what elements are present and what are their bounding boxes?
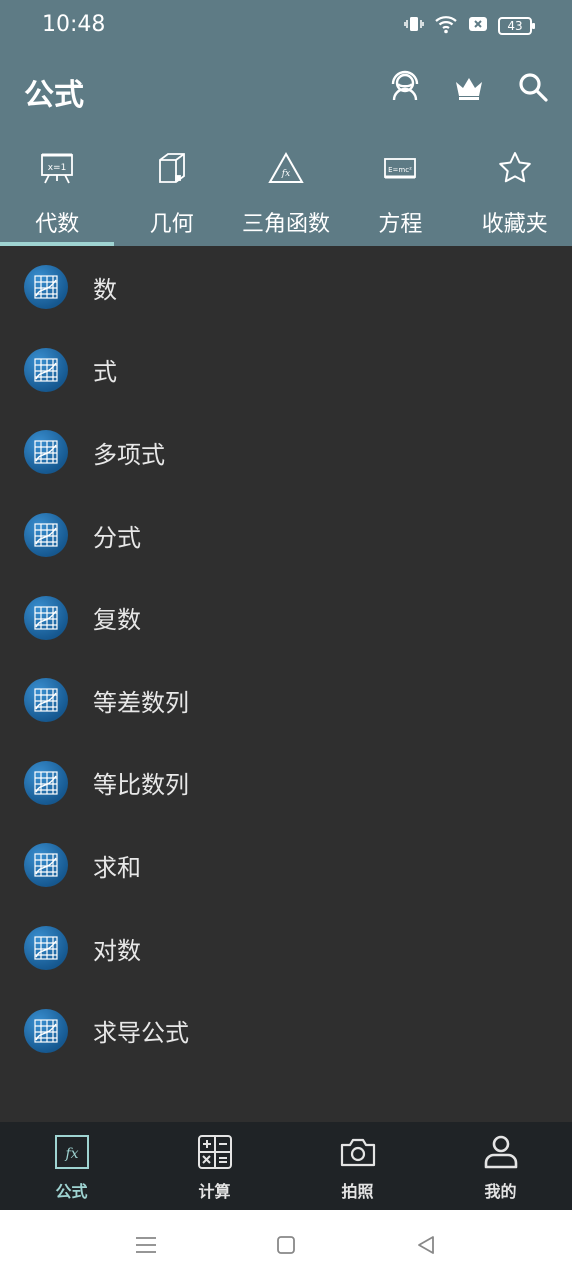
formula-grid-icon [24,1008,68,1053]
svg-text:E=mc²: E=mc² [388,166,412,174]
page-title: 公式 [24,78,84,113]
list-item[interactable]: 多项式 [0,411,572,494]
triangle-fx-icon: fx [266,148,306,188]
algebra-board-icon: x=1 [37,148,77,188]
list-item[interactable]: 分式 [0,494,572,577]
nav-formulas[interactable]: fx 公式 [0,1122,143,1210]
wifi-icon [434,14,458,38]
category-tabs: x=1 代数 几何 fx 三角函数 E=mc² 方程 收藏夹 [0,140,572,246]
tab-favorites[interactable]: 收藏夹 [458,140,572,246]
status-bar: 10:48 43 [0,0,572,52]
formula-grid-icon [24,595,68,640]
formula-grid-icon [24,265,68,310]
list-item[interactable]: 复数 [0,576,572,659]
list-item-label: 等差数列 [93,688,189,717]
support-icon[interactable] [386,68,424,106]
list-item-label: 对数 [93,936,141,965]
list-item-label: 多项式 [93,440,165,469]
nav-camera[interactable]: 拍照 [286,1122,429,1210]
formula-category-list: 数 式 多项式 分式 复数 等差数列 等比数列 求和 对数 求导公式 [0,246,572,1122]
formula-grid-icon [24,430,68,475]
menu-icon[interactable] [131,1230,161,1260]
tab-algebra[interactable]: x=1 代数 [0,140,115,246]
list-item-label: 求导公式 [93,1019,189,1048]
list-item[interactable]: 对数 [0,907,572,990]
toolbar-actions [386,68,552,106]
calculator-icon [195,1132,235,1172]
nav-profile[interactable]: 我的 [429,1122,572,1210]
nav-label: 拍照 [341,1182,374,1201]
list-item[interactable]: 等比数列 [0,742,572,825]
nav-calculate[interactable]: 计算 [143,1122,286,1210]
list-item[interactable]: 等差数列 [0,659,572,742]
svg-text:fx: fx [64,1146,78,1162]
tab-label: 方程 [378,212,423,237]
formula-grid-icon [24,347,68,392]
app-header: 10:48 43 公式 x=1 代数 几何 fx 三角函数 E=mc² 方程 收… [0,0,572,246]
status-time: 10:48 [42,12,106,37]
status-icons: 43 [404,14,535,38]
star-icon [495,148,535,188]
tab-label: 三角函数 [241,212,330,237]
tab-trigonometry[interactable]: fx 三角函数 [229,140,343,246]
nav-label: 公式 [55,1182,88,1201]
svg-text:fx: fx [281,169,290,179]
formula-grid-icon [24,843,68,888]
list-item[interactable]: 数 [0,246,572,329]
battery-icon: 43 [498,17,535,35]
list-item-label: 式 [93,358,117,387]
fx-icon: fx [52,1132,92,1172]
system-navigation-bar [0,1210,572,1280]
user-icon [481,1132,521,1172]
tab-geometry[interactable]: 几何 [114,140,228,246]
home-icon[interactable] [271,1230,301,1260]
formula-grid-icon [24,760,68,805]
tab-equation[interactable]: E=mc² 方程 [343,140,457,246]
tab-label: 几何 [149,212,194,237]
list-item[interactable]: 求导公式 [0,989,572,1072]
search-icon[interactable] [514,68,552,106]
tab-label: 代数 [35,212,80,237]
back-icon[interactable] [411,1230,441,1260]
list-item-label: 等比数列 [93,771,189,800]
vibrate-icon [404,14,424,38]
camera-icon [338,1132,378,1172]
list-item-label: 分式 [93,523,141,552]
formula-grid-icon [24,926,68,971]
tab-label: 收藏夹 [481,212,548,237]
svg-text:x=1: x=1 [48,163,67,173]
nav-label: 我的 [484,1182,517,1201]
cube-icon [152,148,192,188]
crown-icon[interactable] [450,68,488,106]
nav-label: 计算 [198,1182,231,1201]
list-item-label: 复数 [93,606,141,635]
list-item[interactable]: 式 [0,329,572,412]
equation-board-icon: E=mc² [380,148,420,188]
bottom-navigation: fx 公式 计算 拍照 我的 [0,1122,572,1210]
list-item-label: 数 [93,275,117,304]
list-item[interactable]: 求和 [0,824,572,907]
list-item-label: 求和 [93,853,141,882]
no-sim-icon [468,15,488,37]
formula-grid-icon [24,678,68,723]
formula-grid-icon [24,513,68,558]
